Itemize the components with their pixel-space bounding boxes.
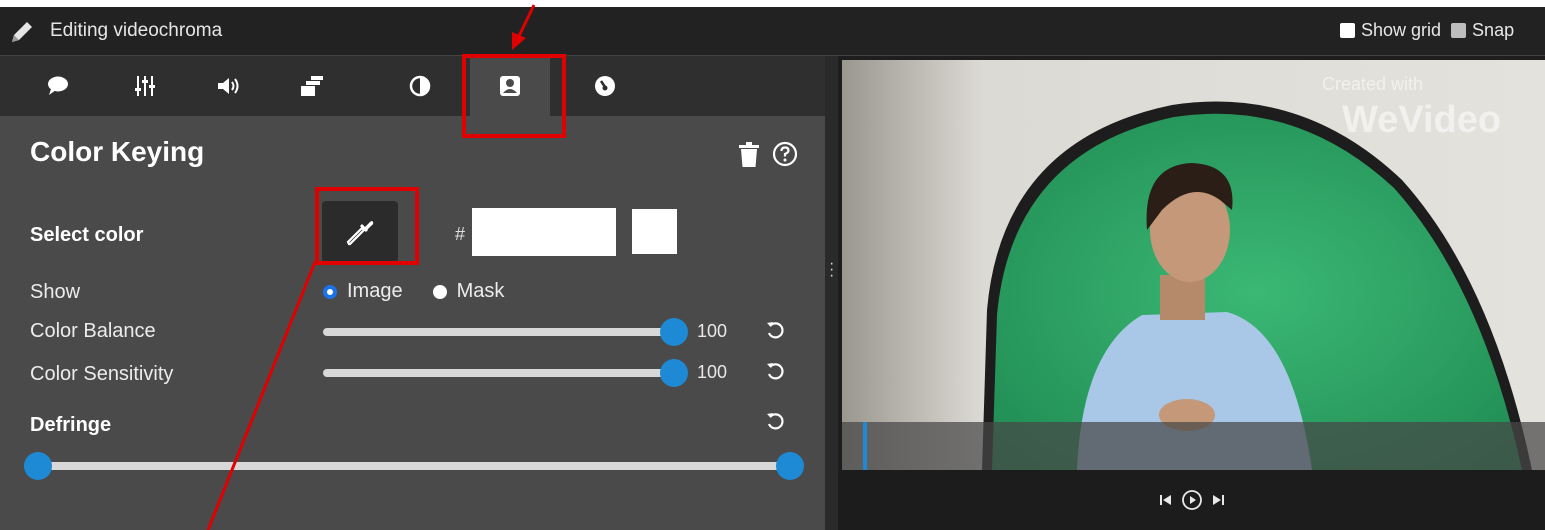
color-sensitivity-label: Color Sensitivity [30,363,174,385]
show-grid-label: Show grid [1361,20,1442,40]
snap-toggle[interactable]: Snap [1451,20,1514,41]
preview-area: Created with WeVideo [838,56,1545,530]
drag-dots-icon: · · · [829,255,835,284]
hex-color-input[interactable] [472,208,616,256]
tab-color[interactable] [380,56,460,116]
help-icon[interactable] [772,141,798,167]
tab-layers[interactable] [272,56,352,116]
color-balance-value: 100 [697,321,728,341]
color-balance-label: Color Balance [30,320,156,342]
defringe-label: Defringe [30,414,112,436]
watermark-brand: WeVideo [1342,99,1501,141]
image-radio[interactable] [323,284,337,299]
show-grid-checkbox[interactable] [1340,23,1355,38]
tab-speed[interactable] [565,56,645,116]
tab-adjustments[interactable] [105,56,185,116]
skip-forward-icon [1212,495,1224,505]
sliders-icon [135,76,155,96]
top-bar: Editing videochroma Show grid Snap [0,7,1545,56]
speech-bubble-icon [48,76,68,95]
play-circle-icon [1181,490,1202,510]
pencil-icon [12,22,32,42]
annotation-highlight-eyedropper [315,187,419,265]
play-button[interactable] [1181,489,1203,511]
video-frame: Created with WeVideo [842,60,1545,470]
timeline-scrubber[interactable] [842,422,1545,470]
skip-forward-button[interactable] [1211,493,1225,507]
tab-audio[interactable] [188,56,268,116]
contrast-icon [409,75,431,97]
effects-panel: Color Keying Select color # Show Image M… [0,56,825,530]
video-preview[interactable]: Created with WeVideo [842,60,1545,470]
reset-defringe-icon[interactable] [765,411,785,431]
hex-hash-label: # [455,224,466,244]
effects-tab-bar [0,56,825,116]
layers-icon [301,76,323,96]
playhead[interactable] [863,422,868,470]
color-sensitivity-slider[interactable] [323,359,688,387]
app-window: Editing videochroma Show grid Snap Color… [0,0,1545,530]
section-title: Color Keying [30,136,205,167]
reset-color-balance-icon[interactable] [765,320,785,340]
show-label: Show [30,281,81,303]
show-mask-option[interactable]: Mask [432,280,505,303]
watermark-created-with: Created with [1322,74,1423,94]
color-sensitivity-value: 100 [697,362,728,382]
mask-radio-label: Mask [456,280,505,302]
image-radio-label: Image [347,280,403,302]
tab-comments[interactable] [18,56,98,116]
defringe-high-thumb[interactable] [776,452,804,480]
annotation-highlight-tab [462,54,566,138]
speaker-icon [218,78,239,94]
show-radio-group: Image Mask [323,280,534,303]
color-balance-slider[interactable] [323,318,688,346]
color-swatch[interactable] [632,209,677,254]
editor-title: Editing videochroma [50,20,223,41]
playback-controls [838,470,1545,530]
select-color-label: Select color [30,224,144,246]
speedometer-icon [595,76,615,96]
snap-checkbox[interactable] [1451,23,1467,38]
skip-back-button[interactable] [1159,493,1173,507]
reset-color-sensitivity-icon[interactable] [765,361,785,381]
panel-resize-handle[interactable]: · · · [825,56,838,530]
show-grid-toggle[interactable]: Show grid [1340,20,1441,41]
color-sensitivity-thumb[interactable] [660,359,688,387]
mask-radio[interactable] [432,284,447,299]
skip-back-icon [1159,495,1171,505]
view-options: Show grid Snap [1340,20,1524,41]
color-balance-thumb[interactable] [660,318,688,346]
snap-label: Snap [1472,20,1515,40]
defringe-range-slider[interactable] [24,452,804,480]
defringe-low-thumb[interactable] [24,452,52,480]
trash-icon[interactable] [738,142,760,168]
show-image-option[interactable]: Image [323,280,403,303]
